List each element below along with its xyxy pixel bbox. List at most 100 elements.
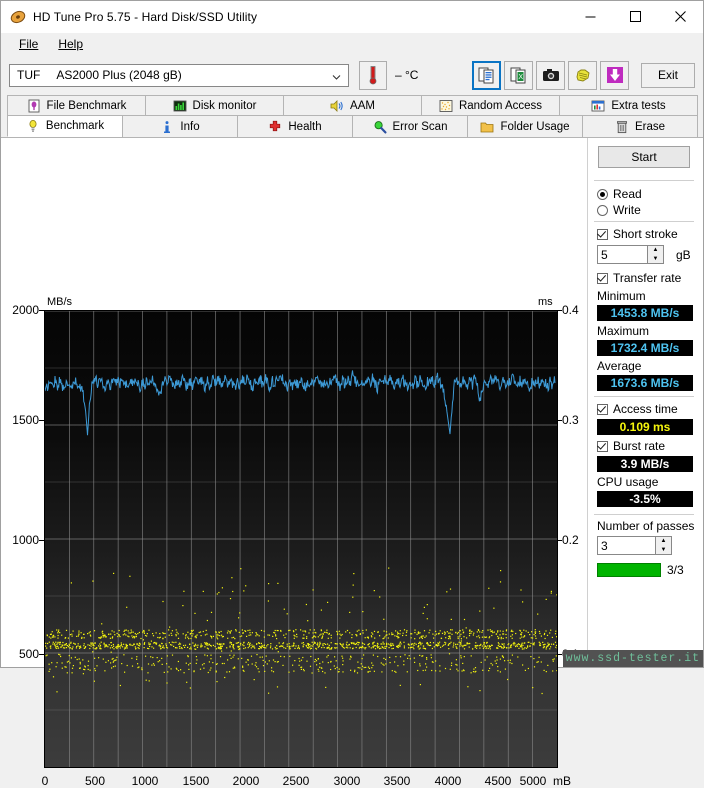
tab-disk-monitor-label: Disk monitor <box>193 100 257 112</box>
tab-benchmark[interactable]: Benchmark <box>7 115 123 137</box>
y-tick-1500: 1500 <box>5 413 39 427</box>
x-tick-1000: 1000 <box>125 774 165 788</box>
content-area: MB/s ms 2000 1500 1000 500 0.4 0.3 0.2 0… <box>1 137 703 667</box>
passes-label: Number of passes <box>597 519 694 533</box>
access-time-label: Access time <box>613 402 678 416</box>
drive-brand: TUF <box>17 68 40 82</box>
copy-icon-button[interactable] <box>472 61 501 90</box>
tab-row-bottom: Benchmark Info Health Error Scan <box>7 115 697 137</box>
hd-tune-window: HD Tune Pro 5.75 - Hard Disk/SSD Utility… <box>0 0 704 668</box>
passes-stepper-up-icon[interactable]: ▲ <box>656 537 671 546</box>
copy-excel-icon-button[interactable]: X <box>504 61 533 90</box>
x-tick-4500: 4500 <box>478 774 518 788</box>
divider-1 <box>594 180 694 181</box>
drive-select[interactable]: TUF AS2000 Plus (2048 gB) <box>9 64 349 87</box>
exit-button[interactable]: Exit <box>641 63 695 88</box>
maximize-button[interactable] <box>613 1 658 32</box>
average-value-box: 1673.6 MB/s <box>597 375 693 391</box>
tab-file-benchmark[interactable]: File Benchmark <box>7 95 146 115</box>
passes-stepper-down-icon[interactable]: ▼ <box>656 546 671 555</box>
passes-stepper[interactable]: ▲ ▼ <box>655 536 672 555</box>
error-scan-magnifier-icon <box>373 120 387 134</box>
write-label: Write <box>613 203 641 217</box>
toolbar-buttons: X <box>472 61 629 90</box>
stepper-down-icon[interactable]: ▼ <box>648 255 663 264</box>
transfer-rate-checkbox[interactable]: Transfer rate <box>597 271 681 285</box>
tab-benchmark-label: Benchmark <box>46 120 104 132</box>
short-stroke-label: Short stroke <box>613 227 678 241</box>
camera-icon <box>542 66 560 84</box>
download-icon-button[interactable] <box>600 61 629 90</box>
x-tick-4000: 4000 <box>428 774 468 788</box>
tab-health[interactable]: Health <box>237 115 353 137</box>
disk-monitor-icon <box>173 99 187 113</box>
cpu-usage-value-box: -3.5% <box>597 491 693 507</box>
tab-erase[interactable]: Erase <box>582 115 698 137</box>
transfer-rate-check-mark <box>597 273 608 284</box>
x-tick-1500: 1500 <box>176 774 216 788</box>
temperature-button[interactable] <box>359 61 387 90</box>
start-button[interactable]: Start <box>598 146 690 168</box>
benchmark-plot[interactable] <box>44 310 558 768</box>
minimize-button[interactable] <box>568 1 613 32</box>
maximum-label: Maximum <box>597 324 649 338</box>
y-axis-unit-label: MB/s <box>47 296 72 308</box>
camera-icon-button[interactable] <box>536 61 565 90</box>
cpu-usage-label: CPU usage <box>597 475 658 489</box>
tab-row-top: File Benchmark Disk monitor AAM Random A… <box>7 95 697 115</box>
y-tick-2000: 2000 <box>5 303 39 317</box>
folder-usage-icon <box>480 120 494 134</box>
progress-bar <box>597 563 661 577</box>
x-tick-3000: 3000 <box>327 774 367 788</box>
temperature-value: – °C <box>395 68 418 82</box>
thermometer-icon <box>365 65 381 85</box>
menu-help[interactable]: Help <box>48 35 93 53</box>
tab-info[interactable]: Info <box>122 115 238 137</box>
write-radio[interactable]: Write <box>597 203 641 217</box>
tab-aam[interactable]: AAM <box>283 95 422 115</box>
tab-extra-tests-label: Extra tests <box>611 100 665 112</box>
progress-row: 3/3 <box>597 562 693 578</box>
short-stroke-input[interactable]: 5 ▲ ▼ <box>597 245 664 264</box>
minimum-value-box: 1453.8 MB/s <box>597 305 693 321</box>
download-icon <box>606 66 624 84</box>
tab-error-scan-label: Error Scan <box>393 121 448 133</box>
read-radio[interactable]: Read <box>597 187 642 201</box>
window-controls <box>568 1 703 32</box>
stepper-up-icon[interactable]: ▲ <box>648 246 663 255</box>
short-stroke-stepper[interactable]: ▲ ▼ <box>647 245 664 264</box>
passes-input[interactable]: 3 ▲ ▼ <box>597 536 672 555</box>
svg-text:X: X <box>518 74 523 81</box>
benchmark-bulb-icon <box>26 119 40 133</box>
tab-error-scan[interactable]: Error Scan <box>352 115 468 137</box>
tab-folder-usage[interactable]: Folder Usage <box>467 115 583 137</box>
short-stroke-check-mark <box>597 229 608 240</box>
tab-file-benchmark-label: File Benchmark <box>47 100 127 112</box>
burst-rate-label: Burst rate <box>613 439 665 453</box>
x-tick-500: 500 <box>75 774 115 788</box>
read-label: Read <box>613 187 642 201</box>
chevron-down-icon <box>332 71 341 80</box>
hand-icon-button[interactable] <box>568 61 597 90</box>
tab-random-access[interactable]: Random Access <box>421 95 560 115</box>
passes-value: 3 <box>601 539 608 553</box>
burst-rate-checkbox[interactable]: Burst rate <box>597 439 665 453</box>
close-button[interactable] <box>658 1 703 32</box>
exit-label: Exit <box>658 68 678 82</box>
burst-rate-value-box: 3.9 MB/s <box>597 456 693 472</box>
maximum-value: 1732.4 MB/s <box>611 341 680 355</box>
minimum-value: 1453.8 MB/s <box>611 306 680 320</box>
divider-3 <box>594 396 694 397</box>
write-radio-mark <box>597 205 608 216</box>
menu-bar: File Help <box>1 33 703 55</box>
short-stroke-checkbox[interactable]: Short stroke <box>597 227 678 241</box>
average-value: 1673.6 MB/s <box>611 376 680 390</box>
tab-disk-monitor[interactable]: Disk monitor <box>145 95 284 115</box>
title-bar: HD Tune Pro 5.75 - Hard Disk/SSD Utility <box>1 1 703 33</box>
access-time-checkbox[interactable]: Access time <box>597 402 678 416</box>
x-tick-3500: 3500 <box>377 774 417 788</box>
plot-svg <box>45 311 557 767</box>
menu-file[interactable]: File <box>9 35 48 53</box>
aam-speaker-icon <box>330 99 344 113</box>
tab-extra-tests[interactable]: Extra tests <box>559 95 698 115</box>
